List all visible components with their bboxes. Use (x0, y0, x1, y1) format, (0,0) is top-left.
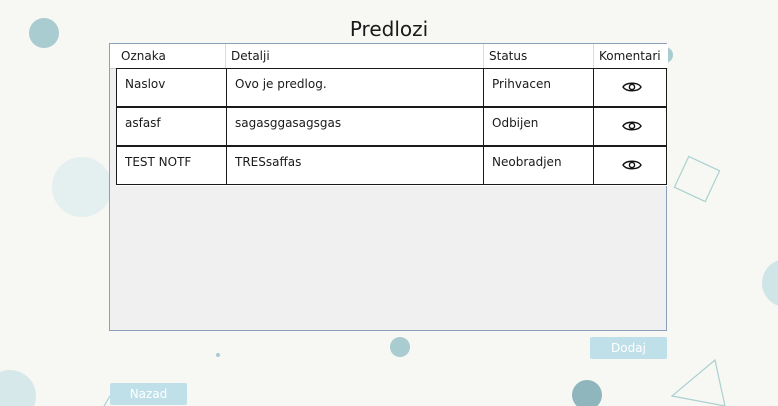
cell-komentari[interactable] (593, 146, 667, 185)
decor-circle (572, 380, 602, 406)
cell-detalji[interactable]: TRESsaffas (226, 146, 484, 185)
decor-circle (762, 260, 778, 306)
table-row[interactable]: asfasf sagasggasagsgas Odbijen (116, 107, 667, 147)
cell-oznaka[interactable]: TEST NOTF (116, 146, 227, 185)
decor-square (673, 155, 721, 203)
cell-oznaka[interactable]: asfasf (116, 107, 227, 146)
eye-icon[interactable] (622, 158, 642, 172)
eye-icon[interactable] (622, 80, 642, 94)
cell-detalji[interactable]: sagasggasagsgas (226, 107, 484, 146)
page-title: Predlozi (349, 17, 429, 41)
table-header: Oznaka Detalji Status Komentari (110, 44, 668, 69)
cell-detalji[interactable]: Ovo je predlog. (226, 68, 484, 107)
decor-circle (52, 157, 112, 217)
decor-triangle (670, 358, 726, 406)
cell-komentari[interactable] (593, 68, 667, 107)
column-header-komentari[interactable]: Komentari (594, 44, 668, 68)
decor-circle (216, 353, 220, 357)
back-button[interactable]: Nazad (110, 383, 187, 405)
table-row[interactable]: TEST NOTF TRESsaffas Neobradjen (116, 146, 667, 186)
proposals-table[interactable]: Oznaka Detalji Status Komentari Naslov O… (109, 43, 668, 331)
column-header-oznaka[interactable]: Oznaka (116, 44, 226, 68)
add-button[interactable]: Dodaj (590, 337, 667, 359)
column-header-status[interactable]: Status (484, 44, 594, 68)
cell-oznaka[interactable]: Naslov (116, 68, 227, 107)
cell-status[interactable]: Prihvacen (483, 68, 594, 107)
eye-icon[interactable] (622, 119, 642, 133)
cell-status[interactable]: Neobradjen (483, 146, 594, 185)
table-row[interactable]: Naslov Ovo je predlog. Prihvacen (116, 68, 667, 108)
cell-komentari[interactable] (593, 107, 667, 146)
cell-status[interactable]: Odbijen (483, 107, 594, 146)
decor-circle (0, 370, 36, 406)
decor-circle (390, 337, 410, 357)
column-header-detalji[interactable]: Detalji (226, 44, 484, 68)
